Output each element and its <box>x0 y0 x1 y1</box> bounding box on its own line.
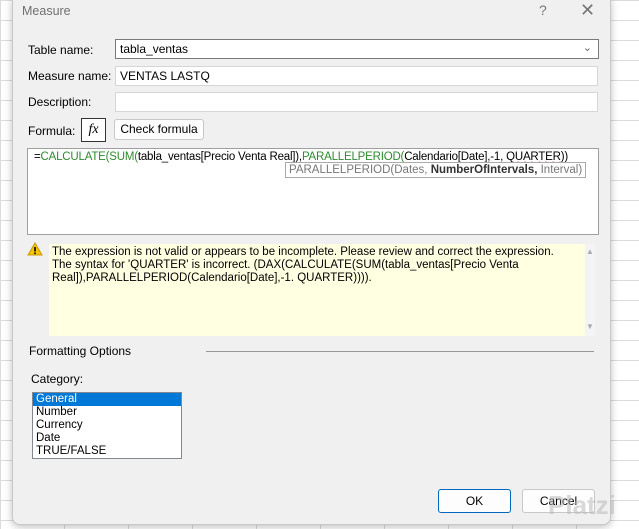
tooltip-text: PARALLELPERIOD(Dates, <box>289 164 431 176</box>
platzi-watermark: Platzi <box>548 490 616 520</box>
category-option[interactable]: TRUE/FALSE <box>33 445 181 458</box>
error-message-box: The expression is not valid or appears t… <box>49 244 585 336</box>
warning-icon <box>27 242 43 256</box>
description-input[interactable] <box>115 92 598 112</box>
dialog-title: Measure <box>22 4 71 18</box>
category-option[interactable]: Currency <box>33 419 181 432</box>
check-formula-button[interactable]: Check formula <box>114 119 204 140</box>
table-name-dropdown[interactable]: tabla_ventas ⌄ <box>115 39 599 59</box>
chevron-down-icon: ⌄ <box>582 42 592 54</box>
measure-name-input[interactable]: VENTAS LASTQ <box>115 66 598 86</box>
error-scrollbar[interactable]: ▲ ▼ <box>585 244 595 336</box>
tooltip-text: Interval) <box>537 164 583 176</box>
help-button[interactable]: ? <box>539 2 547 18</box>
tooltip-current-arg: NumberOfIntervals, <box>430 164 538 176</box>
formula-text: tabla_ventas[Precio Venta Real]), <box>137 151 302 163</box>
measure-name-label: Measure name: <box>28 69 112 83</box>
ok-button[interactable]: OK <box>438 489 511 513</box>
scroll-up-icon[interactable]: ▲ <box>585 247 595 256</box>
close-button[interactable]: ✕ <box>580 0 595 21</box>
scroll-down-icon[interactable]: ▼ <box>585 322 595 331</box>
category-label: Category: <box>31 372 84 386</box>
error-line-1: The expression is not valid or appears t… <box>52 246 554 258</box>
formula-label: Formula: <box>28 124 76 138</box>
table-name-value: tabla_ventas <box>120 42 189 56</box>
category-option[interactable]: Number <box>33 406 181 419</box>
formula-text: CALCULATE(SUM( <box>40 151 139 163</box>
formatting-options-heading: Formatting Options <box>29 344 132 358</box>
category-option[interactable]: General <box>33 393 181 406</box>
measure-dialog: Measure ? ✕ Table name: tabla_ventas ⌄ M… <box>12 0 611 525</box>
fx-insert-function-button[interactable]: fx <box>81 118 106 142</box>
category-listbox[interactable]: General Number Currency Date TRUE/FALSE <box>32 392 182 459</box>
category-option[interactable]: Date <box>33 432 181 445</box>
description-label: Description: <box>28 95 92 109</box>
function-signature-tooltip: PARALLELPERIOD(Dates, NumberOfIntervals,… <box>285 162 587 178</box>
error-line-2: The syntax for 'QUARTER' is incorrect. (… <box>52 259 519 284</box>
divider <box>206 351 594 352</box>
table-name-label: Table name: <box>28 43 94 57</box>
